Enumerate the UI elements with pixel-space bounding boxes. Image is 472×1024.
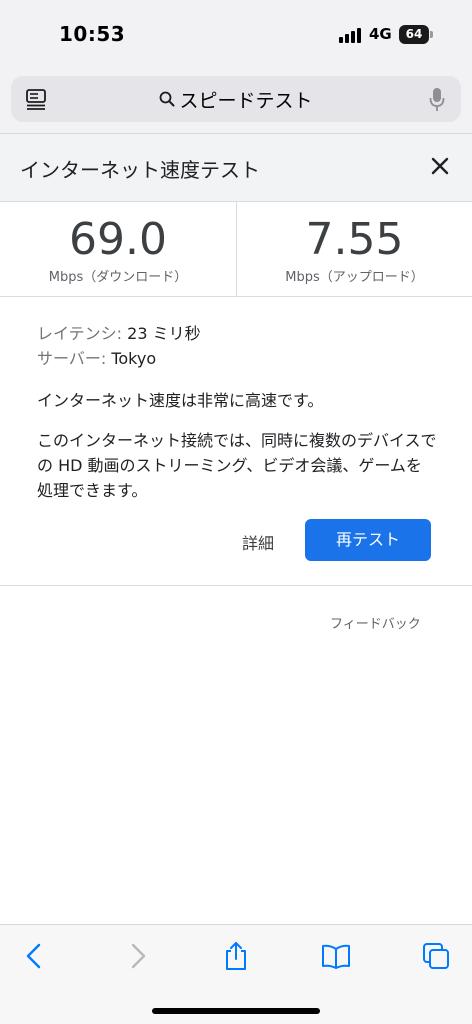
details-link[interactable]: 詳細 [242,530,274,554]
download-unit: Mbps（ダウンロード） [48,270,188,285]
speed-description: このインターネット接続では、同時に複数のデバイスでの HD 動画のストリーミング… [37,431,437,500]
speed-results: 69.0 Mbps（ダウンロード） 7.55 Mbps（アップロード） [0,202,472,297]
forward-icon[interactable] [122,941,152,971]
server-label: サーバー: [37,349,107,368]
status-bar: 10:53 4G 64 [0,0,472,70]
upload-speed: 7.55 Mbps（アップロード） [236,202,472,296]
latency-label: レイテンシ: [37,324,123,343]
tabs-icon[interactable] [421,941,451,971]
battery-level: 64 [405,27,423,41]
speed-summary: インターネット速度は非常に高速です。 [37,391,324,410]
retest-button[interactable]: 再テスト [305,519,431,561]
speed-test-header: インターネット速度テスト [0,134,472,202]
home-indicator [152,1008,320,1014]
server-value: Tokyo [111,349,157,368]
server-line: サーバー: Tokyo [37,345,156,369]
upload-value: 7.55 [305,214,404,265]
page-title: インターネット速度テスト [20,158,260,182]
search-field[interactable]: スピードテスト [11,76,461,122]
status-time: 10:53 [59,22,126,46]
search-icon [160,91,175,107]
share-icon[interactable] [221,941,251,971]
back-icon[interactable] [20,941,50,971]
signal-icon [339,27,363,43]
battery-icon: 64 [399,25,429,44]
address-bar[interactable]: スピードテスト [11,76,461,122]
battery-nub [430,31,433,38]
result-details: レイテンシ: 23 ミリ秒 サーバー: Tokyo インターネット速度は非常に高… [0,298,472,586]
latency-value: 23 ミリ秒 [127,324,201,343]
feedback-link[interactable]: フィードバック [330,613,421,632]
bookmarks-icon[interactable] [321,941,351,971]
close-icon[interactable] [424,150,456,182]
upload-unit: Mbps（アップロード） [285,270,424,285]
download-speed: 69.0 Mbps（ダウンロード） [0,202,236,296]
mic-icon[interactable] [429,87,445,113]
latency-line: レイテンシ: 23 ミリ秒 [37,320,201,344]
browser-address-area: スピードテスト [0,70,472,134]
network-label: 4G [369,25,392,43]
search-query: スピードテスト [179,89,313,112]
download-value: 69.0 [69,214,167,265]
